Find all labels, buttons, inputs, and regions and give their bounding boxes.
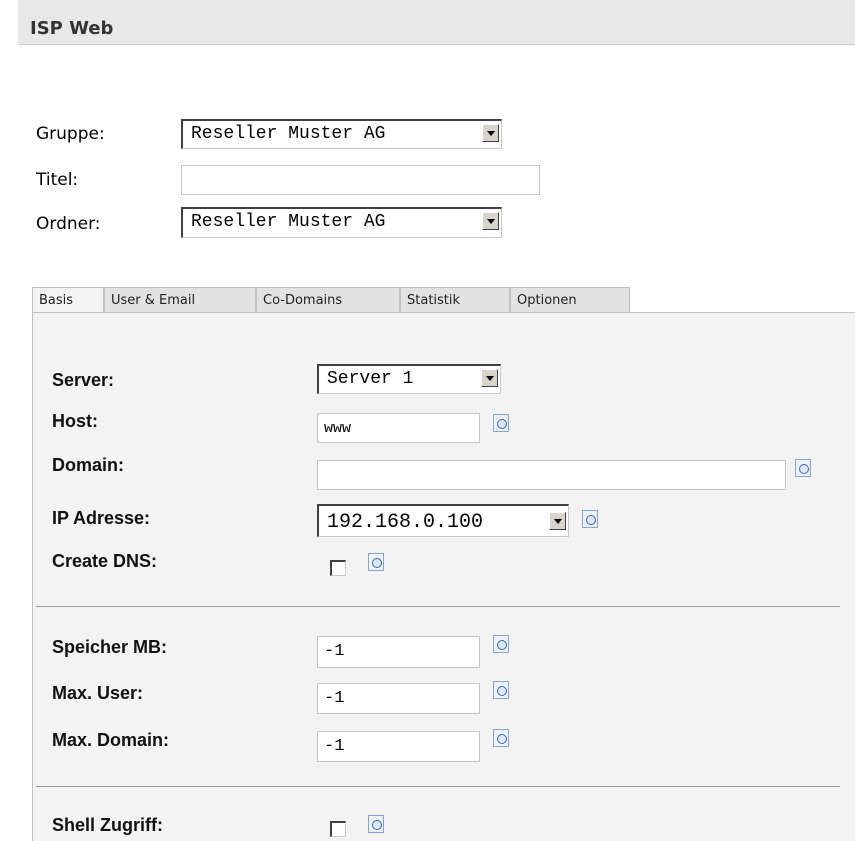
create-dns-checkbox[interactable]: [330, 560, 346, 576]
window-title: ISP Web: [30, 18, 114, 39]
info-icon[interactable]: [368, 553, 384, 571]
speicher-label: Speicher MB:: [52, 637, 168, 657]
chevron-down-icon[interactable]: [482, 124, 499, 142]
ip-select-value: 192.168.0.100: [327, 511, 484, 534]
info-icon[interactable]: [368, 815, 384, 833]
ordner-label: Ordner:: [36, 214, 101, 234]
gruppe-select[interactable]: Reseller Muster AG: [181, 119, 502, 149]
info-icon[interactable]: [493, 729, 509, 747]
server-select-value: Server 1: [327, 369, 414, 389]
info-icon[interactable]: [493, 414, 509, 432]
max-domain-input[interactable]: -1: [317, 731, 480, 762]
domain-input[interactable]: [317, 460, 786, 490]
ip-select[interactable]: 192.168.0.100: [317, 504, 569, 537]
host-label: Host:: [52, 411, 98, 431]
chevron-down-icon[interactable]: [482, 212, 499, 230]
server-select[interactable]: Server 1: [317, 364, 501, 394]
tab-basis[interactable]: Basis: [32, 287, 104, 314]
shell-label: Shell Zugriff:: [52, 815, 163, 835]
info-icon[interactable]: [795, 459, 811, 477]
section-divider: [36, 786, 840, 787]
speicher-input-value: -1: [324, 642, 345, 661]
tab-co-domains[interactable]: Co-Domains: [256, 287, 400, 313]
max-domain-input-value: -1: [324, 737, 345, 756]
section-divider: [36, 606, 840, 607]
create-dns-label: Create DNS:: [52, 551, 158, 571]
chevron-down-icon[interactable]: [481, 369, 498, 387]
gruppe-label: Gruppe:: [36, 124, 105, 144]
ordner-select[interactable]: Reseller Muster AG: [181, 207, 502, 238]
shell-checkbox[interactable]: [330, 821, 346, 837]
host-input[interactable]: www: [317, 413, 480, 443]
window-titlebar: ISP Web: [18, 0, 855, 45]
tab-user-email[interactable]: User & Email: [104, 287, 256, 313]
max-user-input-value: -1: [324, 689, 345, 708]
gruppe-select-value: Reseller Muster AG: [191, 124, 386, 144]
chevron-down-icon[interactable]: [549, 512, 566, 530]
tab-statistik[interactable]: Statistik: [400, 287, 510, 313]
speicher-input[interactable]: -1: [317, 636, 480, 668]
tab-optionen[interactable]: Optionen: [510, 287, 630, 313]
domain-label: Domain:: [52, 455, 124, 475]
ordner-select-value: Reseller Muster AG: [191, 212, 386, 232]
info-icon[interactable]: [582, 510, 598, 528]
info-icon[interactable]: [493, 681, 509, 699]
titel-input[interactable]: [181, 165, 540, 195]
ip-label: IP Adresse:: [52, 508, 151, 528]
max-user-input[interactable]: -1: [317, 683, 480, 714]
host-input-value: www: [324, 420, 352, 437]
titel-label: Titel:: [36, 170, 79, 190]
server-label: Server:: [52, 370, 115, 390]
max-user-label: Max. User:: [52, 683, 144, 703]
info-icon[interactable]: [493, 635, 509, 653]
max-domain-label: Max. Domain:: [52, 730, 170, 750]
